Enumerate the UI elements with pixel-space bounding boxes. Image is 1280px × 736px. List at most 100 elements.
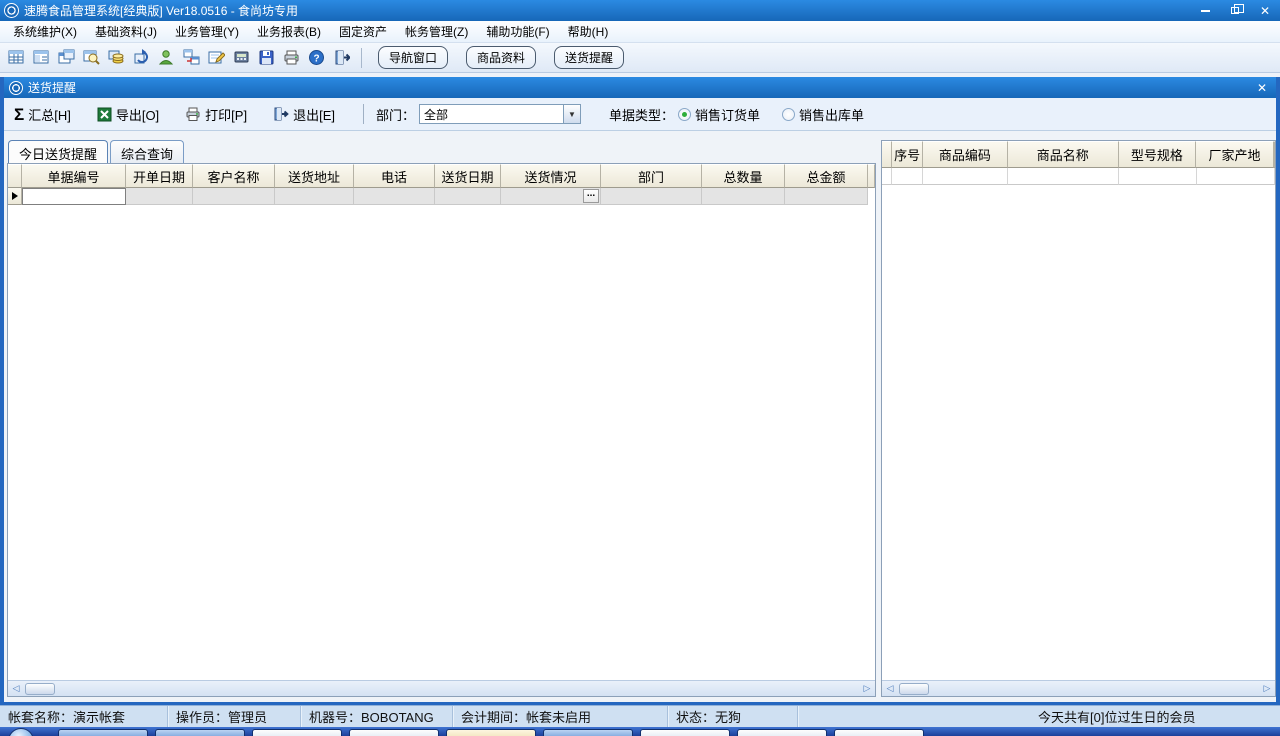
menu-business[interactable]: 业务管理(Y) [166, 21, 248, 42]
header-delivery-address[interactable]: 送货地址 [275, 164, 354, 188]
header-phone[interactable]: 电话 [354, 164, 435, 188]
taskbar-button[interactable] [737, 729, 827, 736]
export-button[interactable]: 导出[O] [97, 105, 159, 124]
header-department[interactable]: 部门 [601, 164, 702, 188]
restore-icon [1231, 4, 1244, 14]
taskbar-button[interactable] [252, 729, 342, 736]
menu-accounting[interactable]: 帐务管理(Z) [396, 21, 477, 42]
close-button[interactable]: ✕ [1250, 0, 1280, 21]
taskbar-button[interactable] [155, 729, 245, 736]
menu-fixed-assets[interactable]: 固定资产 [330, 21, 396, 42]
delivery-reminder-button[interactable]: 送货提醒 [554, 46, 625, 69]
department-label: 部门： [375, 107, 415, 123]
scroll-right-icon[interactable]: ▷ [859, 681, 875, 696]
search-icon[interactable] [80, 46, 103, 69]
header-selector [882, 141, 893, 168]
save-icon[interactable] [255, 46, 278, 69]
table-row[interactable]: ... [8, 188, 875, 205]
radio-unselected-icon [782, 107, 796, 121]
refresh-icon[interactable] [130, 46, 153, 69]
delivery-reminder-window: 送货提醒 ✕ Σ 汇总[H] 导出[O] 打印[P] 退出[E] 部门： 全部 … [0, 77, 1280, 705]
menu-system[interactable]: 系统维护(X) [4, 21, 86, 42]
menu-reports[interactable]: 业务报表(B) [248, 21, 330, 42]
cell-delivery-status: ... [501, 188, 601, 205]
help-icon[interactable]: ? [305, 46, 328, 69]
taskbar-button[interactable] [446, 729, 536, 736]
header-product-code[interactable]: 商品编码 [922, 141, 1008, 168]
status-operator: 操作员：管理员 [168, 706, 301, 727]
right-grid-hscrollbar[interactable]: ◁ ▷ [882, 680, 1275, 696]
header-filler [1274, 141, 1275, 168]
department-combobox[interactable]: 全部 ▼ [419, 104, 581, 124]
delivery-grid-header: 单据编号 开单日期 客户名称 送货地址 电话 送货日期 送货情况 部门 总数量 … [8, 164, 875, 188]
scroll-left-icon[interactable]: ◁ [8, 681, 24, 696]
header-seq[interactable]: 序号 [892, 141, 923, 168]
restore-button[interactable] [1220, 0, 1250, 21]
subtoolbar-separator [362, 104, 364, 124]
windows-icon[interactable] [180, 46, 203, 69]
header-open-date[interactable]: 开单日期 [126, 164, 193, 188]
status-accounting-period: 会计期间：帐套未启用 [453, 706, 668, 727]
summary-button[interactable]: Σ 汇总[H] [14, 105, 71, 124]
taskbar-button[interactable] [834, 729, 924, 736]
table-icon[interactable] [5, 46, 28, 69]
taskbar-button[interactable] [543, 729, 633, 736]
left-grid-hscrollbar[interactable]: ◁ ▷ [8, 680, 875, 696]
tab-today-delivery[interactable]: 今日送货提醒 [8, 140, 109, 163]
header-customer-name[interactable]: 客户名称 [193, 164, 275, 188]
scroll-left-icon[interactable]: ◁ [882, 681, 898, 696]
tab-comprehensive-query[interactable]: 综合查询 [110, 140, 185, 163]
calculator-icon[interactable] [230, 46, 253, 69]
chevron-down-icon[interactable]: ▼ [563, 105, 580, 123]
header-delivery-status[interactable]: 送货情况 [501, 164, 601, 188]
header-total-amount[interactable]: 总金额 [785, 164, 868, 188]
cell-doc-number[interactable] [22, 188, 126, 205]
taskbar-button[interactable] [349, 729, 439, 736]
minimize-button[interactable] [1190, 0, 1220, 21]
print-button[interactable]: 打印[P] [185, 105, 247, 124]
delivery-grid: 单据编号 开单日期 客户名称 送货地址 电话 送货日期 送货情况 部门 总数量 … [7, 163, 876, 697]
product-grid-header: 序号 商品编码 商品名称 型号规格 厂家产地 [882, 141, 1275, 168]
toolbar-separator [361, 47, 362, 68]
print-icon[interactable] [280, 46, 303, 69]
window-icon[interactable] [55, 46, 78, 69]
scroll-thumb[interactable] [899, 682, 929, 695]
minimize-icon [1200, 9, 1210, 12]
subwindow-close-button[interactable]: ✕ [1248, 81, 1276, 95]
taskbar-button[interactable] [58, 729, 148, 736]
header-doc-number[interactable]: 单据编号 [22, 164, 126, 188]
header-total-qty[interactable]: 总数量 [702, 164, 785, 188]
exit-button[interactable]: 退出[E] [273, 105, 335, 124]
ellipsis-button[interactable]: ... [583, 189, 599, 203]
header-manufacturer[interactable]: 厂家产地 [1195, 141, 1274, 168]
radio-sales-outbound[interactable]: 销售出库单 [782, 105, 864, 124]
nav-window-button[interactable]: 导航窗口 [378, 46, 449, 69]
row-selector[interactable] [8, 188, 22, 205]
form-icon[interactable] [30, 46, 53, 69]
taskbar-button[interactable] [640, 729, 730, 736]
header-model-spec[interactable]: 型号规格 [1118, 141, 1196, 168]
header-delivery-date[interactable]: 送货日期 [435, 164, 501, 188]
user-icon[interactable] [155, 46, 178, 69]
status-state: 状态：无狗 [668, 706, 798, 727]
door-exit-icon [273, 107, 289, 122]
row-pointer-icon [11, 192, 18, 200]
radio-sales-order[interactable]: 销售订货单 [678, 105, 760, 124]
table-row[interactable] [882, 168, 1275, 185]
header-product-name[interactable]: 商品名称 [1007, 141, 1119, 168]
application-window: 速腾食品管理系统[经典版] Ver18.0516 - 食尚坊专用 ✕ 系统维护(… [0, 0, 1280, 736]
window-title: 速腾食品管理系统[经典版] Ver18.0516 - 食尚坊专用 [24, 4, 299, 18]
exit-icon[interactable] [330, 46, 353, 69]
scroll-thumb[interactable] [25, 682, 55, 695]
edit-icon[interactable] [205, 46, 228, 69]
sigma-icon: Σ [14, 104, 25, 124]
scroll-right-icon[interactable]: ▷ [1259, 681, 1275, 696]
product-data-button[interactable]: 商品资料 [466, 46, 537, 69]
menu-help[interactable]: 帮助(H) [559, 21, 618, 42]
menu-base-data[interactable]: 基础资料(J) [86, 21, 166, 42]
menu-aux[interactable]: 辅助功能(F) [477, 21, 558, 42]
coins-icon[interactable] [105, 46, 128, 69]
header-selector [8, 164, 22, 188]
start-button[interactable] [8, 728, 34, 736]
subwindow-title: 送货提醒 [28, 81, 77, 95]
